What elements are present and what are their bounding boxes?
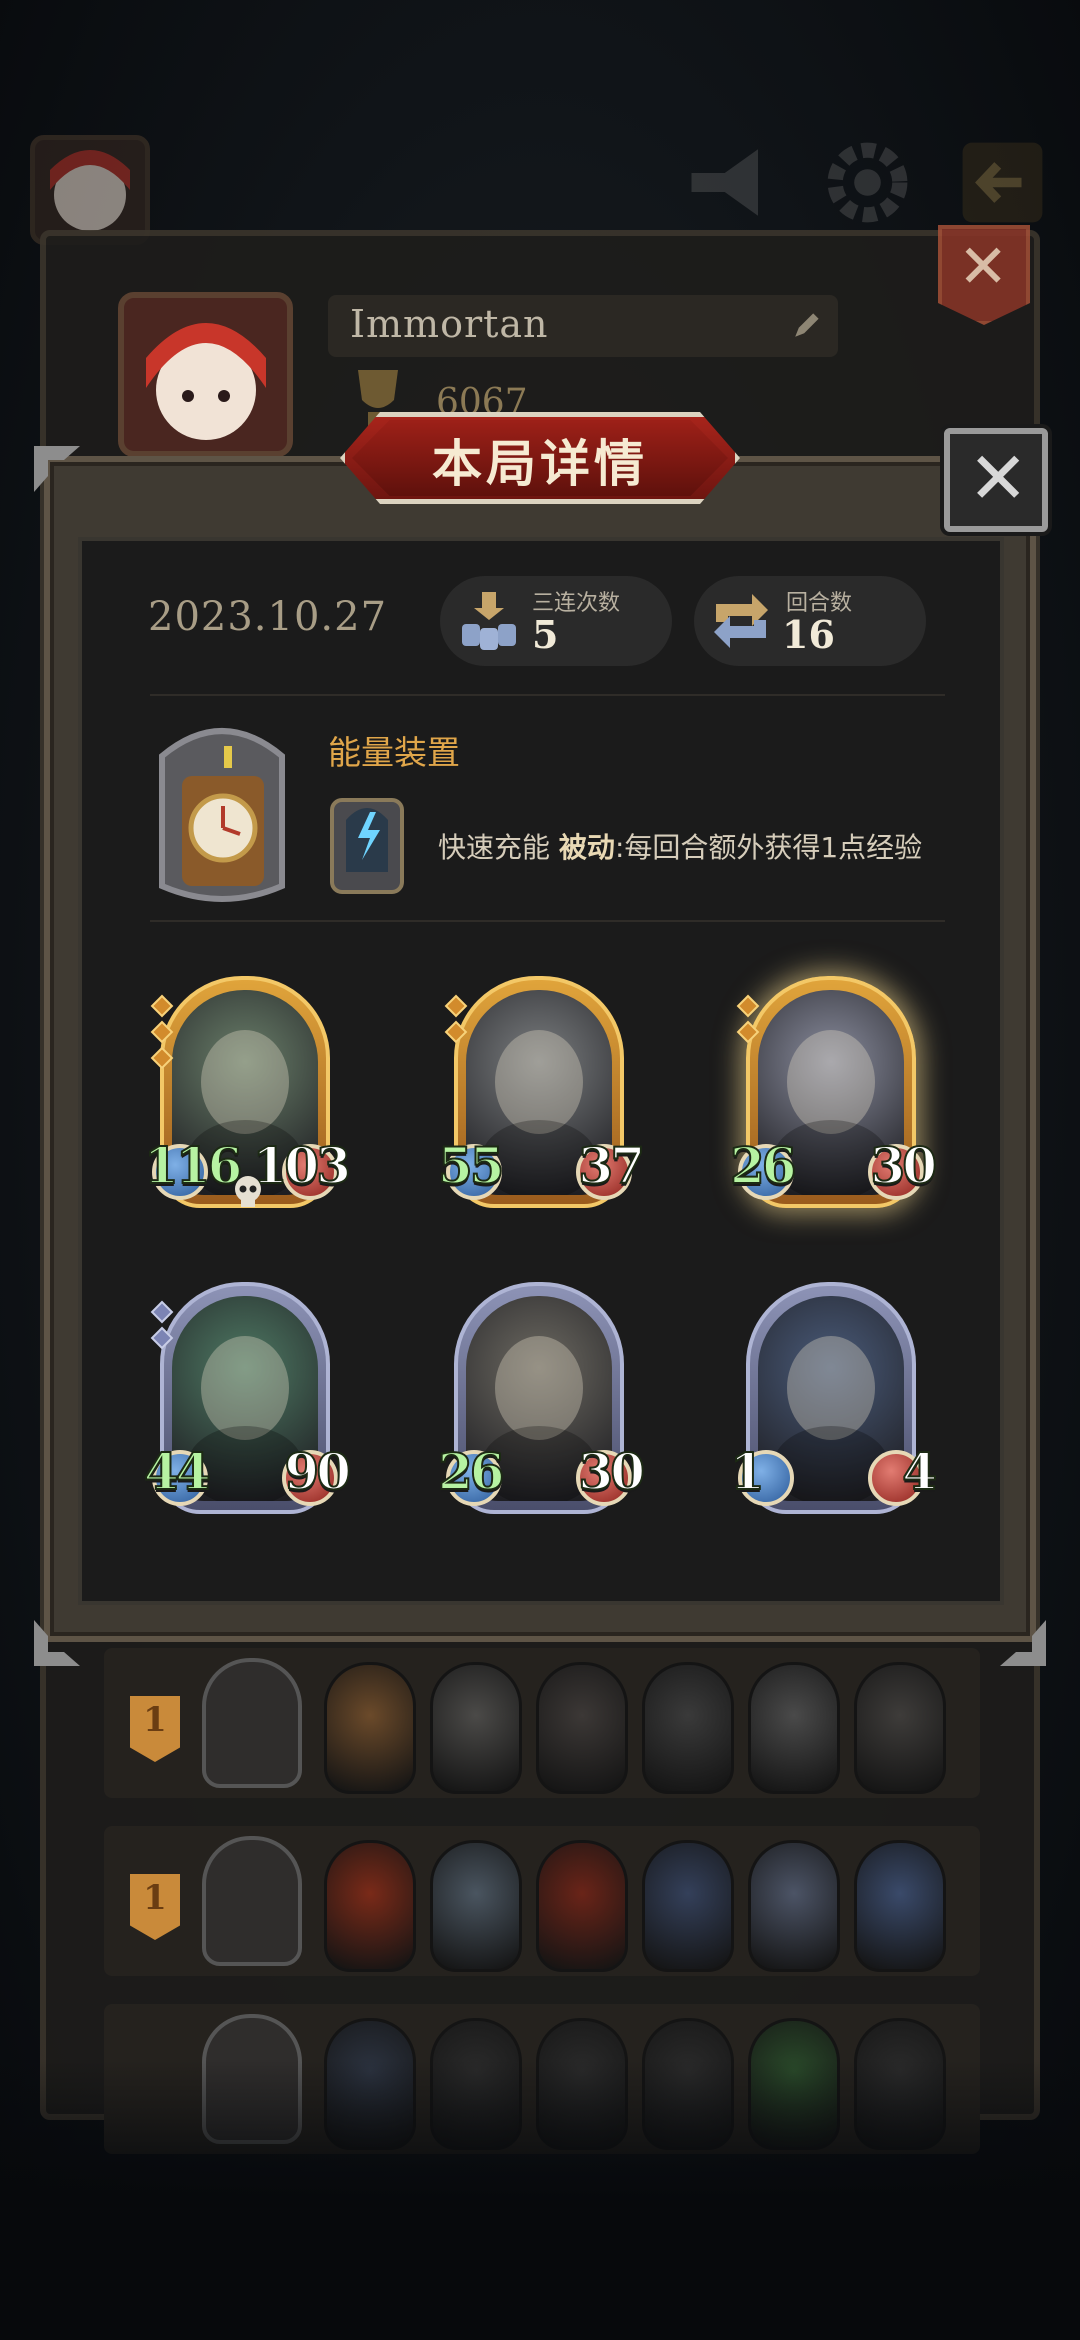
fast-charge-skill-icon[interactable] [326,790,408,898]
skull-icon [230,1174,266,1210]
star-pip [736,1020,760,1044]
player-name: Immortan [350,302,549,346]
corner-ornament [34,1620,80,1666]
stat-value: 16 [782,612,835,657]
star-pip [444,994,468,1018]
dialog-title: 本局详情 [432,435,648,493]
attack-value: 116 [143,1135,243,1196]
star-pip [150,1020,174,1044]
edit-pencil-icon[interactable] [788,308,824,344]
unit-card-sea-witch[interactable]: 14 [729,1282,938,1522]
star-pips [736,994,760,1050]
triple-merge-icon [462,592,516,650]
lineup-unit [430,1840,522,1972]
star-pip [150,994,174,1018]
attack-value: 26 [729,1135,798,1196]
unit-card-cyborg-scientist[interactable]: 26 30 [437,1282,646,1522]
lineup-unit [536,1662,628,1794]
attack-value: 26 [437,1441,506,1502]
health-value: 90 [283,1441,352,1502]
health-value: 37 [577,1135,646,1196]
lineup-unit [748,1662,840,1794]
star-pip [736,994,760,1018]
star-pip [444,1020,468,1044]
lineup-unit [854,1662,946,1794]
skill-name: 快速充能 [438,831,551,864]
unit-card-golden-dragon[interactable]: 116 103 [143,976,352,1216]
star-pips [150,994,174,1076]
divider [150,694,945,696]
star-pip [150,1326,174,1350]
player-avatar[interactable] [118,292,293,457]
lineup-hero [202,1836,302,1966]
exit-icon[interactable] [955,135,1050,230]
lineup-hero [202,1658,302,1788]
lineup-unit [854,1840,946,1972]
energy-device-icon[interactable] [148,716,296,906]
health-value: 30 [577,1441,646,1502]
star-pips [150,1300,174,1356]
health-value: 4 [901,1441,938,1502]
match-date: 2023.10.27 [148,594,388,640]
skill-desc: :每回合额外获得1点经验 [614,831,923,864]
player-avatar-small[interactable] [30,135,150,245]
device-name: 能量装置 [328,733,460,772]
skill-description: 快速充能 被动:每回合额外获得1点经验 [438,826,922,866]
lineup-unit [748,1840,840,1972]
close-icon: ✕ [958,232,1009,302]
lineup-unit [324,1840,416,1972]
bottom-fade [0,2060,1080,2340]
skill-type: 被动 [558,831,615,864]
lineup-unit [536,1840,628,1972]
unit-card-horned-demon[interactable]: 55 37 [437,976,646,1216]
attack-value: 1 [729,1441,766,1502]
stat-value: 5 [532,612,559,657]
corner-ornament [34,446,80,492]
attack-value: 44 [143,1441,212,1502]
rank-value: 1 [143,1700,167,1740]
megaphone-icon[interactable] [682,135,777,230]
round-arrows-icon [714,594,768,648]
unit-card-dragon-knight[interactable]: 26 30 [729,976,938,1216]
lineup-unit [642,1662,734,1794]
gear-icon[interactable] [820,135,915,230]
health-value: 103 [252,1135,352,1196]
unit-card-sea-serpent[interactable]: 44 90 [143,1282,352,1522]
lineup-unit [324,1662,416,1794]
rank-value: 1 [143,1878,167,1918]
divider [150,920,945,922]
health-value: 30 [869,1135,938,1196]
lineup-unit [642,1840,734,1972]
lineup-unit [430,1662,522,1794]
star-pip [150,1046,174,1070]
attack-value: 55 [437,1135,506,1196]
star-pip [150,1300,174,1324]
star-pips [444,994,468,1050]
corner-ornament [1000,1620,1046,1666]
close-icon: ✕ [968,436,1029,520]
